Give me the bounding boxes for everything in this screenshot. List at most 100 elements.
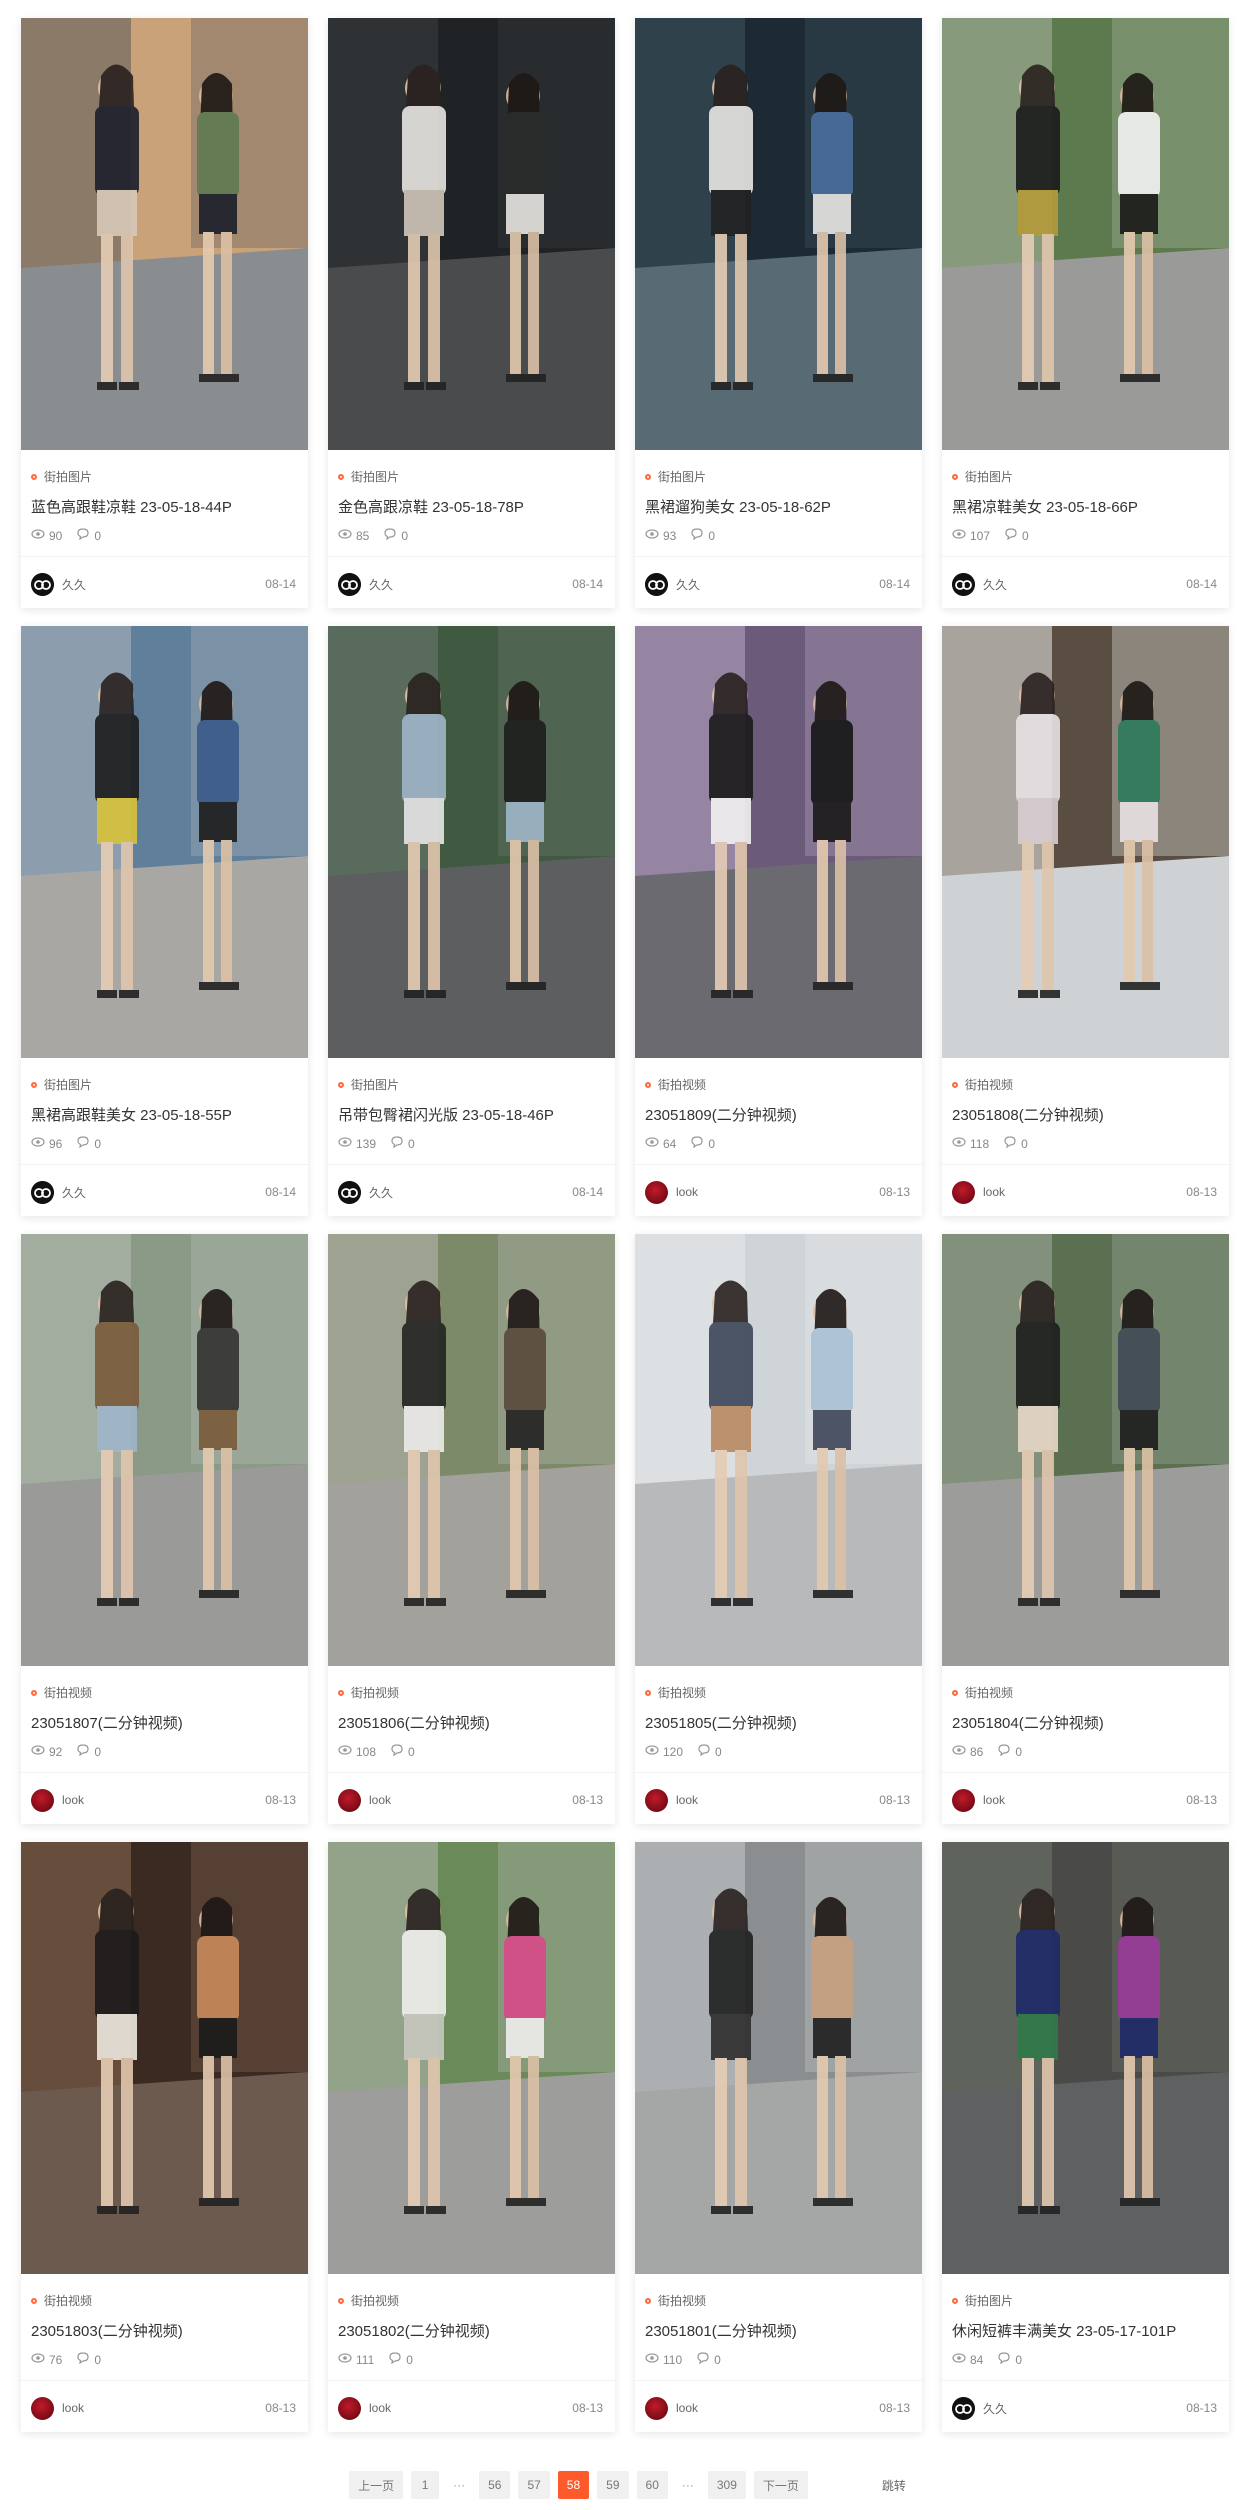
post-thumbnail[interactable] <box>942 18 1229 450</box>
post-title[interactable]: 黑裙高跟鞋美女 23-05-18-55P <box>31 1104 296 1125</box>
avatar[interactable] <box>645 1180 668 1204</box>
post-card[interactable]: 街拍视频 23051806(二分钟视频) 108 0 look 08-13 <box>328 1234 615 1824</box>
author-name[interactable]: 久久 <box>62 576 86 593</box>
post-card[interactable]: 街拍图片 金色高跟凉鞋 23-05-18-78P 85 0 久久 08-14 <box>328 18 615 608</box>
author-name[interactable]: 久久 <box>369 1184 393 1201</box>
avatar[interactable] <box>31 2396 54 2420</box>
post-author[interactable]: look <box>645 2396 698 2420</box>
post-author[interactable]: look <box>645 1180 698 1204</box>
post-thumbnail[interactable] <box>328 18 615 450</box>
post-title[interactable]: 23051807(二分钟视频) <box>31 1712 296 1733</box>
author-name[interactable]: look <box>369 1793 391 1807</box>
author-name[interactable]: 久久 <box>983 2400 1007 2417</box>
post-author[interactable]: 久久 <box>31 572 86 596</box>
post-author[interactable]: 久久 <box>645 572 700 596</box>
author-name[interactable]: look <box>676 1185 698 1199</box>
post-author[interactable]: look <box>31 1788 84 1812</box>
post-category[interactable]: 街拍视频 <box>645 2292 706 2309</box>
avatar[interactable] <box>645 2396 668 2420</box>
avatar[interactable] <box>645 572 668 596</box>
post-author[interactable]: look <box>952 1180 1005 1204</box>
post-category[interactable]: 街拍视频 <box>645 1076 706 1093</box>
post-author[interactable]: 久久 <box>338 1180 393 1204</box>
post-card[interactable]: 街拍视频 23051805(二分钟视频) 120 0 look 08-13 <box>635 1234 922 1824</box>
author-name[interactable]: look <box>983 1793 1005 1807</box>
post-thumbnail[interactable] <box>635 626 922 1058</box>
post-author[interactable]: look <box>31 2396 84 2420</box>
author-name[interactable]: look <box>62 1793 84 1807</box>
post-category[interactable]: 街拍视频 <box>952 1076 1013 1093</box>
author-name[interactable]: look <box>676 2401 698 2415</box>
post-title[interactable]: 黑裙凉鞋美女 23-05-18-66P <box>952 496 1217 517</box>
post-card[interactable]: 街拍视频 23051804(二分钟视频) 86 0 look 08-13 <box>942 1234 1229 1824</box>
avatar[interactable] <box>952 2396 975 2420</box>
post-title[interactable]: 蓝色高跟鞋凉鞋 23-05-18-44P <box>31 496 296 517</box>
post-author[interactable]: 久久 <box>952 2396 1007 2420</box>
post-category[interactable]: 街拍图片 <box>338 1076 399 1093</box>
avatar[interactable] <box>645 1788 668 1812</box>
prev-page-button[interactable]: 上一页 <box>349 2471 404 2499</box>
post-category[interactable]: 街拍视频 <box>952 1684 1013 1701</box>
post-author[interactable]: look <box>952 1788 1005 1812</box>
avatar[interactable] <box>952 572 975 596</box>
author-name[interactable]: 久久 <box>676 576 700 593</box>
post-title[interactable]: 黑裙遛狗美女 23-05-18-62P <box>645 496 910 517</box>
avatar[interactable] <box>31 572 54 596</box>
post-author[interactable]: look <box>338 1788 391 1812</box>
post-card[interactable]: 街拍图片 黑裙遛狗美女 23-05-18-62P 93 0 久久 08-14 <box>635 18 922 608</box>
post-category[interactable]: 街拍图片 <box>338 468 399 485</box>
post-author[interactable]: 久久 <box>338 572 393 596</box>
post-card[interactable]: 街拍视频 23051801(二分钟视频) 110 0 look 08-13 <box>635 1842 922 2432</box>
post-card[interactable]: 街拍图片 休闲短裤丰满美女 23-05-17-101P 84 0 久久 08-13 <box>942 1842 1229 2432</box>
post-card[interactable]: 街拍视频 23051802(二分钟视频) 111 0 look 08-13 <box>328 1842 615 2432</box>
avatar[interactable] <box>338 572 361 596</box>
post-title[interactable]: 23051803(二分钟视频) <box>31 2320 296 2341</box>
avatar[interactable] <box>952 1180 975 1204</box>
post-thumbnail[interactable] <box>635 1842 922 2274</box>
post-thumbnail[interactable] <box>942 1234 1229 1666</box>
author-name[interactable]: 久久 <box>62 1184 86 1201</box>
avatar[interactable] <box>338 1788 361 1812</box>
page-button-309[interactable]: 309 <box>707 2471 746 2499</box>
post-title[interactable]: 23051801(二分钟视频) <box>645 2320 910 2341</box>
jump-button[interactable]: 跳转 <box>882 2477 906 2494</box>
author-name[interactable]: look <box>676 1793 698 1807</box>
next-page-button[interactable]: 下一页 <box>753 2471 808 2499</box>
post-title[interactable]: 23051805(二分钟视频) <box>645 1712 910 1733</box>
page-button-56[interactable]: 56 <box>479 2471 511 2499</box>
post-author[interactable]: look <box>645 1788 698 1812</box>
post-card[interactable]: 街拍视频 23051803(二分钟视频) 76 0 look 08-13 <box>21 1842 308 2432</box>
author-name[interactable]: 久久 <box>983 576 1007 593</box>
jump-page-input[interactable] <box>825 2470 874 2500</box>
post-category[interactable]: 街拍图片 <box>31 1076 92 1093</box>
post-thumbnail[interactable] <box>328 1842 615 2274</box>
post-title[interactable]: 金色高跟凉鞋 23-05-18-78P <box>338 496 603 517</box>
post-title[interactable]: 23051806(二分钟视频) <box>338 1712 603 1733</box>
page-button-60[interactable]: 60 <box>636 2471 668 2499</box>
post-card[interactable]: 街拍视频 23051808(二分钟视频) 118 0 look 08-13 <box>942 626 1229 1216</box>
avatar[interactable] <box>31 1180 54 1204</box>
post-thumbnail[interactable] <box>635 1234 922 1666</box>
post-thumbnail[interactable] <box>328 1234 615 1666</box>
post-thumbnail[interactable] <box>21 1234 308 1666</box>
post-author[interactable]: look <box>338 2396 391 2420</box>
post-category[interactable]: 街拍视频 <box>338 2292 399 2309</box>
author-name[interactable]: look <box>983 1185 1005 1199</box>
post-thumbnail[interactable] <box>942 626 1229 1058</box>
post-category[interactable]: 街拍视频 <box>645 1684 706 1701</box>
post-card[interactable]: 街拍视频 23051807(二分钟视频) 92 0 look 08-13 <box>21 1234 308 1824</box>
post-card[interactable]: 街拍图片 吊带包臀裙闪光版 23-05-18-46P 139 0 久久 08-14 <box>328 626 615 1216</box>
post-title[interactable]: 休闲短裤丰满美女 23-05-17-101P <box>952 2320 1217 2341</box>
avatar[interactable] <box>338 2396 361 2420</box>
author-name[interactable]: look <box>62 2401 84 2415</box>
avatar[interactable] <box>952 1788 975 1812</box>
post-title[interactable]: 吊带包臀裙闪光版 23-05-18-46P <box>338 1104 603 1125</box>
page-button-59[interactable]: 59 <box>597 2471 629 2499</box>
page-button-58-current[interactable]: 58 <box>557 2471 590 2499</box>
post-card[interactable]: 街拍视频 23051809(二分钟视频) 64 0 look 08-13 <box>635 626 922 1216</box>
post-category[interactable]: 街拍图片 <box>31 468 92 485</box>
post-card[interactable]: 街拍图片 黑裙凉鞋美女 23-05-18-66P 107 0 久久 08-14 <box>942 18 1229 608</box>
post-category[interactable]: 街拍视频 <box>338 1684 399 1701</box>
avatar[interactable] <box>338 1180 361 1204</box>
post-thumbnail[interactable] <box>21 18 308 450</box>
